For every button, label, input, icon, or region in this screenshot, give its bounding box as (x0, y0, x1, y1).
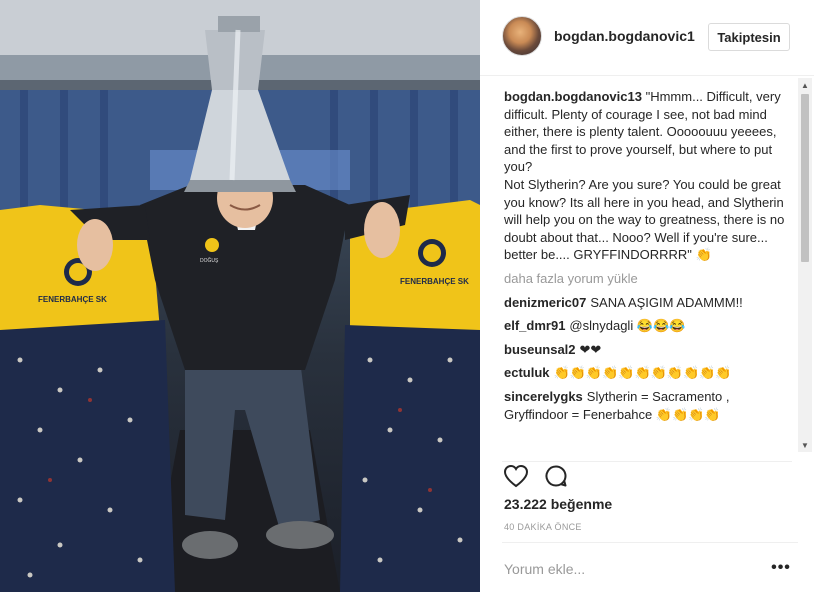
comment-username[interactable]: denizmeric07 (504, 295, 586, 310)
comment-item: denizmeric07 SANA AŞIGIM ADAMMM!! (504, 294, 794, 312)
scroll-up-arrow-icon[interactable]: ▲ (798, 78, 812, 92)
comment-item: elf_dmr91 @slnydagli 😂😂😂 (504, 317, 794, 335)
comment-username[interactable]: sincerelygks (504, 389, 583, 404)
more-options-icon[interactable]: ••• (770, 559, 792, 577)
comment-username[interactable]: elf_dmr91 (504, 318, 565, 333)
scrollbar-thumb[interactable] (801, 94, 809, 262)
post-header: bogdan.bogdanovic1 Takiptesin (480, 0, 814, 76)
comment-text: @slnydagli 😂😂😂 (569, 318, 686, 334)
comment-item: ectuluk 👏👏👏👏👏👏👏👏👏👏👏 (504, 364, 794, 382)
comments-scrollbar[interactable]: ▲ ▼ (798, 78, 812, 452)
like-count[interactable]: 23.222 beğenme (504, 496, 612, 512)
comments-list[interactable]: bogdan.bogdanovic13 "Hmmm... Difficult, … (504, 88, 794, 452)
comment-username[interactable]: buseunsal2 (504, 342, 576, 357)
post-photo[interactable]: FENERBAHÇE SK FENERBAHÇE SK DOĞUŞ (0, 0, 480, 592)
post-actions (502, 461, 792, 491)
scroll-down-arrow-icon[interactable]: ▼ (798, 438, 812, 452)
following-button[interactable]: Takiptesin (708, 23, 790, 51)
jacket-logo-text: DOĞUŞ (200, 257, 219, 264)
comment-text: 👏👏👏👏👏👏👏👏👏👏👏 (553, 365, 732, 381)
comment-text: SANA AŞIGIM ADAMMM!! (590, 294, 743, 310)
comment-item: buseunsal2 ❤❤ (504, 341, 794, 359)
avatar[interactable] (502, 16, 542, 56)
seat-brand-left: FENERBAHÇE SK (38, 295, 107, 304)
caption-username[interactable]: bogdan.bogdanovic13 (504, 89, 642, 104)
comment-bubble-icon[interactable] (542, 462, 570, 490)
comment-username[interactable]: ectuluk (504, 365, 550, 380)
post-caption: bogdan.bogdanovic13 "Hmmm... Difficult, … (504, 88, 794, 264)
post-side-panel: bogdan.bogdanovic1 Takiptesin bogdan.bog… (480, 0, 814, 592)
comment-text: ❤❤ (579, 341, 602, 357)
comment-item: sincerelygks Slytherin = Sacramento , Gry… (504, 388, 794, 423)
load-more-comments-link[interactable]: daha fazla yorum yükle (504, 270, 794, 288)
add-comment-bar: ••• (502, 542, 798, 592)
caption-text: "Hmmm... Difficult, very difficult. Plen… (504, 89, 785, 263)
add-comment-input[interactable] (504, 557, 744, 581)
heart-icon[interactable] (502, 462, 530, 490)
bus-interior-illustration: FENERBAHÇE SK FENERBAHÇE SK DOĞUŞ (0, 0, 480, 592)
post-timestamp: 40 DAKİKA ÖNCE (504, 522, 582, 532)
post-username[interactable]: bogdan.bogdanovic1 (554, 28, 695, 44)
seat-brand-right: FENERBAHÇE SK (400, 277, 469, 286)
